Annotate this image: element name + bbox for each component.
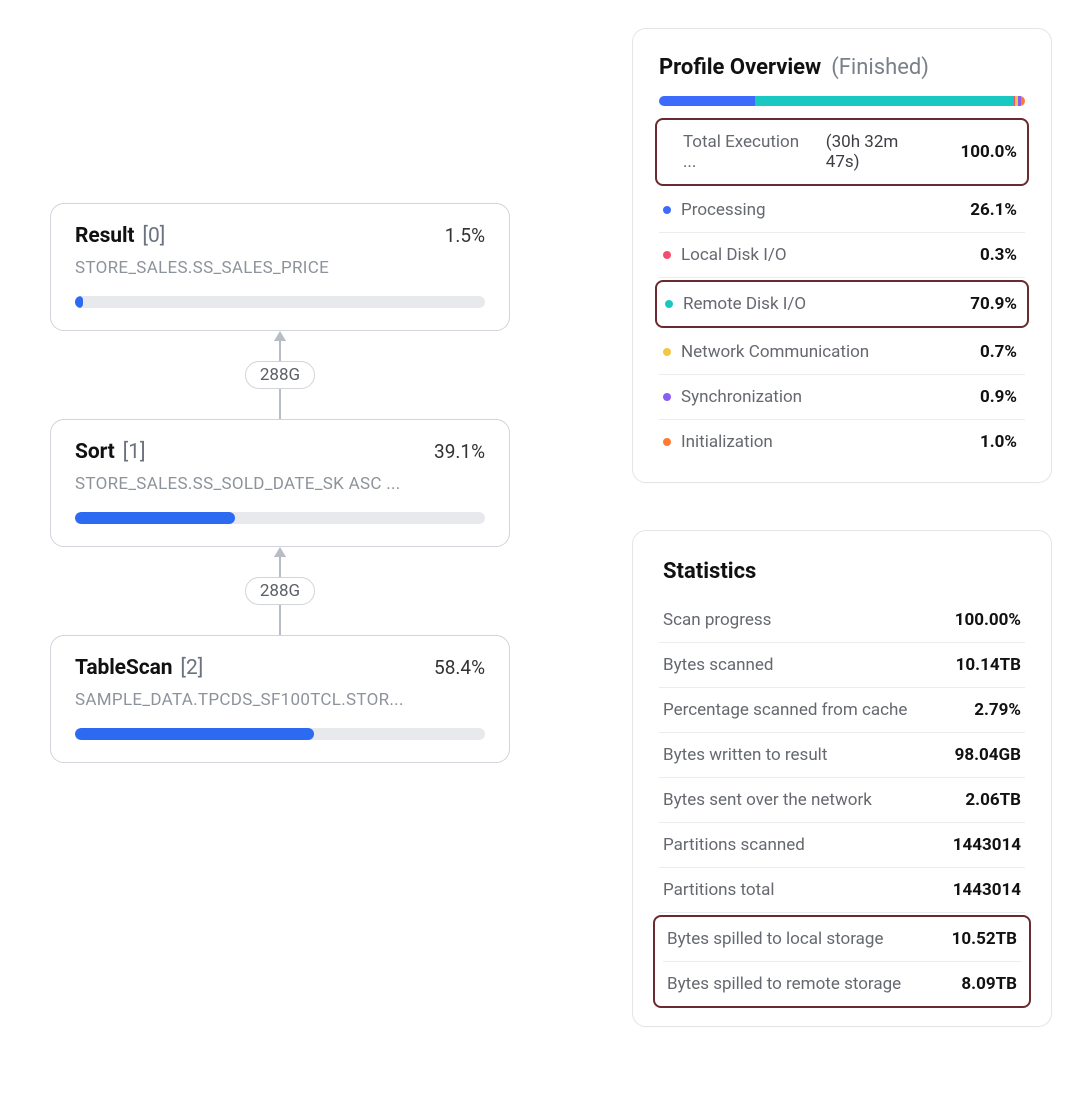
operator-progress bbox=[75, 296, 485, 308]
operator-subtitle: STORE_SALES.SS_SALES_PRICE bbox=[75, 258, 485, 278]
stats-row-value: 1443014 bbox=[953, 880, 1021, 900]
stats-row-label: Partitions scanned bbox=[663, 835, 805, 855]
operator-progress bbox=[75, 512, 485, 524]
profile-row[interactable]: Processing 26.1% bbox=[659, 188, 1025, 233]
stats-row-label: Bytes written to result bbox=[663, 745, 827, 765]
stats-row-label: Bytes spilled to remote storage bbox=[667, 974, 901, 994]
operator-progress-fill bbox=[75, 512, 235, 524]
operator-progress-fill bbox=[75, 296, 83, 308]
legend-dot-icon bbox=[663, 348, 671, 356]
profile-row[interactable]: Remote Disk I/O 70.9% bbox=[655, 280, 1029, 328]
profile-row-percent: 1.0% bbox=[953, 432, 1017, 452]
operator-title: TableScan bbox=[75, 656, 172, 680]
stats-row-label: Scan progress bbox=[663, 610, 771, 630]
stats-row-value: 1443014 bbox=[953, 835, 1021, 855]
stats-row-value: 100.00% bbox=[955, 610, 1021, 630]
statistics-title: Statistics bbox=[663, 559, 1025, 584]
statistics-card: Statistics Scan progress 100.00% Bytes sca… bbox=[632, 530, 1052, 1027]
stats-row-value: 2.79% bbox=[974, 700, 1021, 720]
stats-row-label: Percentage scanned from cache bbox=[663, 700, 907, 720]
profile-row-duration: (30h 32m 47s) bbox=[826, 132, 936, 172]
stats-row-value: 2.06TB bbox=[965, 790, 1021, 810]
profile-row-label: Processing bbox=[681, 200, 943, 220]
legend-dot-icon bbox=[665, 300, 673, 308]
profile-row-percent: 0.9% bbox=[953, 387, 1017, 407]
profile-row-label: Network Communication bbox=[681, 342, 943, 362]
profile-row[interactable]: Initialization 1.0% bbox=[659, 420, 1025, 464]
profile-row[interactable]: Network Communication 0.7% bbox=[659, 330, 1025, 375]
operator-node-result[interactable]: Result [0] 1.5% STORE_SALES.SS_SALES_PRI… bbox=[50, 203, 510, 331]
profile-status: (Finished) bbox=[831, 55, 929, 80]
profile-row-percent: 0.7% bbox=[953, 342, 1017, 362]
profile-row-percent: 26.1% bbox=[953, 200, 1017, 220]
stats-row: Bytes sent over the network 2.06TB bbox=[659, 778, 1025, 823]
profile-row-label: Synchronization bbox=[681, 387, 943, 407]
stats-row: Bytes scanned 10.14TB bbox=[659, 643, 1025, 688]
stats-row: Bytes spilled to remote storage 8.09TB bbox=[663, 962, 1021, 1006]
operator-percent: 1.5% bbox=[445, 224, 485, 247]
profile-row-percent: 100.0% bbox=[953, 142, 1017, 162]
profile-row[interactable]: Total Execution ...(30h 32m 47s) 100.0% bbox=[655, 118, 1029, 186]
profile-bar-segment bbox=[755, 96, 1014, 106]
stats-row: Bytes spilled to local storage 10.52TB bbox=[663, 917, 1021, 962]
operator-graph: Result [0] 1.5% STORE_SALES.SS_SALES_PRI… bbox=[50, 203, 510, 763]
stats-row: Scan progress 100.00% bbox=[659, 598, 1025, 643]
edge-label: 288G bbox=[245, 577, 315, 605]
operator-index: [2] bbox=[180, 656, 203, 680]
stats-row-value: 8.09TB bbox=[961, 974, 1017, 994]
stats-row-label: Partitions total bbox=[663, 880, 775, 900]
operator-percent: 58.4% bbox=[434, 656, 485, 679]
profile-row[interactable]: Local Disk I/O 0.3% bbox=[659, 233, 1025, 278]
operator-subtitle: SAMPLE_DATA.TPCDS_SF100TCL.STOR... bbox=[75, 690, 485, 710]
profile-row-percent: 70.9% bbox=[953, 294, 1017, 314]
operator-title: Result bbox=[75, 224, 134, 248]
operator-node-tablescan[interactable]: TableScan [2] 58.4% SAMPLE_DATA.TPCDS_SF… bbox=[50, 635, 510, 763]
stats-row-value: 98.04GB bbox=[955, 745, 1021, 765]
stats-row: Bytes written to result 98.04GB bbox=[659, 733, 1025, 778]
legend-dot-icon bbox=[663, 251, 671, 259]
profile-stacked-bar bbox=[659, 96, 1025, 106]
edge-label: 288G bbox=[245, 361, 315, 389]
operator-progress-fill bbox=[75, 728, 314, 740]
operator-percent: 39.1% bbox=[434, 440, 485, 463]
graph-edge: 288G bbox=[50, 331, 510, 419]
legend-dot-icon bbox=[663, 206, 671, 214]
operator-title: Sort bbox=[75, 440, 115, 464]
profile-row-label: Total Execution ... bbox=[683, 132, 816, 172]
profile-row-label: Remote Disk I/O bbox=[683, 294, 943, 314]
profile-bar-segment bbox=[659, 96, 755, 106]
profile-bar-segment bbox=[1021, 96, 1025, 106]
stats-row: Percentage scanned from cache 2.79% bbox=[659, 688, 1025, 733]
operator-index: [1] bbox=[123, 440, 146, 464]
profile-title: Profile Overview bbox=[659, 55, 821, 80]
legend-dot-icon bbox=[663, 438, 671, 446]
stats-row: Partitions total 1443014 bbox=[659, 868, 1025, 913]
stats-row-label: Bytes scanned bbox=[663, 655, 774, 675]
stats-highlight-group: Bytes spilled to local storage10.52TBByt… bbox=[653, 915, 1031, 1008]
profile-overview-card: Profile Overview (Finished) Total Execut… bbox=[632, 28, 1052, 483]
profile-row-percent: 0.3% bbox=[953, 245, 1017, 265]
operator-node-sort[interactable]: Sort [1] 39.1% STORE_SALES.SS_SOLD_DATE_… bbox=[50, 419, 510, 547]
graph-edge: 288G bbox=[50, 547, 510, 635]
profile-row[interactable]: Synchronization 0.9% bbox=[659, 375, 1025, 420]
operator-subtitle: STORE_SALES.SS_SOLD_DATE_SK ASC ... bbox=[75, 474, 485, 494]
stats-row-label: Bytes spilled to local storage bbox=[667, 929, 883, 949]
stats-row: Partitions scanned 1443014 bbox=[659, 823, 1025, 868]
operator-index: [0] bbox=[142, 224, 165, 248]
legend-dot-icon bbox=[663, 393, 671, 401]
operator-progress bbox=[75, 728, 485, 740]
stats-row-value: 10.52TB bbox=[952, 929, 1017, 949]
profile-row-label: Initialization bbox=[681, 432, 943, 452]
profile-row-label: Local Disk I/O bbox=[681, 245, 943, 265]
stats-row-label: Bytes sent over the network bbox=[663, 790, 872, 810]
stats-row-value: 10.14TB bbox=[956, 655, 1021, 675]
